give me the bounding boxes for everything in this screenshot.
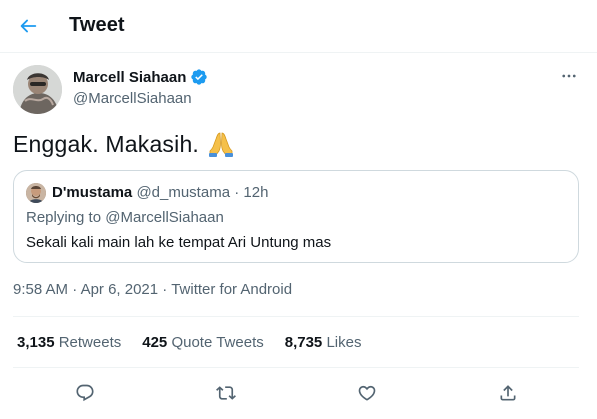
retweets-count: 3,135 [17,334,55,351]
tweet-source-link[interactable]: Twitter for Android [171,281,292,298]
share-icon [500,385,516,401]
page-title: Tweet [69,14,125,36]
tweet-date-link[interactable]: Apr 6, 2021 [81,281,159,298]
quoted-author-name[interactable]: D'mustama [52,184,132,201]
likes-count: 8,735 [284,334,323,351]
tweet-time-link[interactable]: 9:58 AM [13,281,68,298]
quoted-tweet-time[interactable]: 12h [243,184,268,201]
timestamp-separator-2: · [158,281,172,298]
retweet-button[interactable] [211,378,241,408]
replying-to-line: Replying to @MarcellSiahaan [26,209,224,226]
author-name[interactable]: Marcell Siahaan [73,69,186,86]
likes-stat[interactable]: 8,735 Likes [285,334,362,351]
quoted-author-handle[interactable]: @d_mustama [136,184,230,201]
author-handle[interactable]: @MarcellSiahaan [73,90,192,107]
retweets-label: Retweets [58,334,122,351]
quote-tweets-count: 425 [142,334,168,351]
more-dots-icon [562,74,576,78]
verified-badge-icon [190,68,208,86]
divider [13,367,579,368]
tweet-text: Enggak. Makasih. [13,129,235,159]
top-bar: Tweet [0,0,597,53]
timestamp-separator: · [68,281,81,298]
arrow-left-icon [20,19,37,33]
reply-button[interactable] [70,378,100,408]
quote-tweets-stat[interactable]: 425 Quote Tweets [142,334,263,351]
author-photo [13,65,62,114]
share-button[interactable] [493,378,523,408]
author-name-row[interactable]: Marcell Siahaan [73,68,208,86]
quoted-tweet-header: D'mustama @d_mustama · 12h [52,184,268,201]
tweet-actions-bar [0,378,597,408]
like-icon [358,385,376,401]
tweet-timestamp: 9:58 AM · Apr 6, 2021 · Twitter for Andr… [13,281,292,298]
quoted-author-photo [26,183,46,203]
author-avatar[interactable] [13,65,62,114]
likes-label: Likes [326,334,362,351]
more-options-button[interactable] [556,64,582,88]
folded-hands-emoji-icon [207,130,235,158]
retweets-stat[interactable]: 3,135 Retweets [17,334,121,351]
quoted-meta-separator: · [230,184,244,201]
tweet-text-content: Enggak. Makasih. [13,131,200,157]
back-button[interactable] [10,8,46,44]
retweet-icon [216,386,236,400]
quoted-tweet-text: Sekali kali main lah ke tempat Ari Untun… [26,234,332,251]
replying-to-mention[interactable]: @MarcellSiahaan [105,209,224,226]
divider [13,316,579,317]
engagement-stats: 3,135 Retweets 425 Quote Tweets 8,735 Li… [17,334,361,351]
quoted-author-avatar[interactable] [26,183,46,203]
replying-to-label: Replying to [26,209,106,226]
quote-tweets-label: Quote Tweets [171,334,264,351]
reply-icon [76,384,94,402]
like-button[interactable] [352,378,382,408]
quoted-tweet[interactable]: D'mustama @d_mustama · 12h Replying to @… [13,170,579,263]
